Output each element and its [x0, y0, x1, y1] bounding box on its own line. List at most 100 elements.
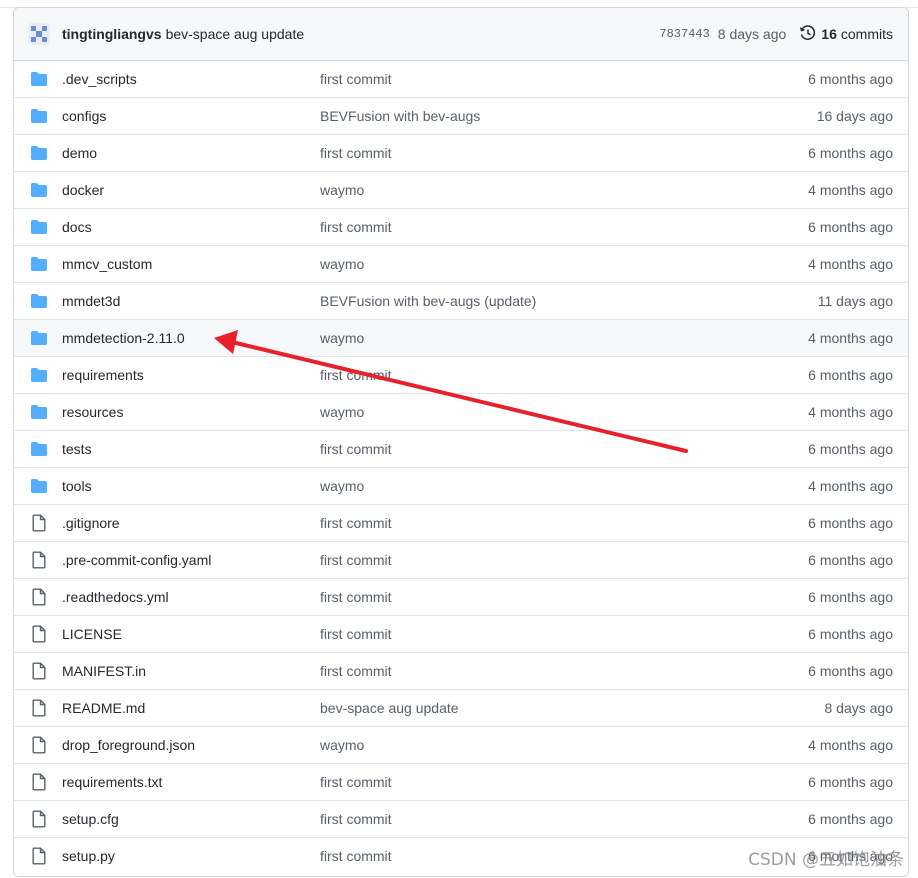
file-commit-age: 4 months ago	[808, 256, 893, 272]
file-commit-age: 4 months ago	[808, 737, 893, 753]
commit-sha[interactable]: 7837443	[659, 27, 709, 41]
file-commit-age: 4 months ago	[808, 182, 893, 198]
file-row[interactable]: drop_foreground.json waymo 4 months ago	[14, 726, 908, 763]
file-commit-message-link[interactable]: BEVFusion with bev-augs	[320, 108, 817, 124]
file-commit-message-link[interactable]: waymo	[320, 737, 808, 753]
file-row[interactable]: configs BEVFusion with bev-augs 16 days ag…	[14, 97, 908, 134]
file-commit-message-link[interactable]: first commit	[320, 71, 808, 87]
file-commit-message-link[interactable]: waymo	[320, 404, 808, 420]
file-row[interactable]: mmdetection-2.11.0 waymo 4 months ago	[14, 319, 908, 356]
file-name-link[interactable]: LICENSE	[62, 626, 320, 642]
file-name-link[interactable]: drop_foreground.json	[62, 737, 320, 753]
file-commit-message-link[interactable]: first commit	[320, 589, 808, 605]
file-commit-message-link[interactable]: first commit	[320, 626, 808, 642]
file-row[interactable]: mmdet3d BEVFusion with bev-augs (update) 1…	[14, 282, 908, 319]
file-commit-age: 6 months ago	[808, 515, 893, 531]
file-commit-age: 6 months ago	[808, 774, 893, 790]
file-name-link[interactable]: MANIFEST.in	[62, 663, 320, 679]
file-name-link[interactable]: demo	[62, 145, 320, 161]
file-row[interactable]: demo first commit 6 months ago	[14, 134, 908, 171]
file-commit-message-link[interactable]: first commit	[320, 774, 808, 790]
commit-author[interactable]: tingtingliangvs	[62, 26, 162, 42]
file-commit-message-link[interactable]: first commit	[320, 515, 808, 531]
commit-date: 8 days ago	[717, 26, 787, 42]
file-commit-message-link[interactable]: bev-space aug update	[320, 700, 825, 716]
file-name-link[interactable]: .pre-commit-config.yaml	[62, 552, 320, 568]
file-commit-message-link[interactable]: waymo	[320, 478, 808, 494]
file-commit-age: 6 months ago	[808, 552, 893, 568]
file-row[interactable]: requirements first commit 6 months ago	[14, 356, 908, 393]
file-name-link[interactable]: README.md	[62, 700, 320, 716]
file-commit-message-link[interactable]: first commit	[320, 811, 808, 827]
file-commit-message-link[interactable]: first commit	[320, 441, 808, 457]
file-row[interactable]: README.md bev-space aug update 8 days ago	[14, 689, 908, 726]
file-name-link[interactable]: setup.py	[62, 848, 320, 864]
file-commit-message-link[interactable]: waymo	[320, 182, 808, 198]
commit-message[interactable]: bev-space aug update	[166, 26, 305, 42]
commit-count: 16	[821, 26, 837, 42]
file-icon	[30, 625, 48, 643]
folder-icon	[30, 255, 48, 273]
file-commit-message-link[interactable]: first commit	[320, 219, 808, 235]
file-row[interactable]: MANIFEST.in first commit 6 months ago	[14, 652, 908, 689]
file-icon	[30, 810, 48, 828]
folder-icon	[30, 107, 48, 125]
file-name-link[interactable]: configs	[62, 108, 320, 124]
file-name-link[interactable]: .readthedocs.yml	[62, 589, 320, 605]
file-commit-message-link[interactable]: first commit	[320, 367, 808, 383]
file-commit-message-link[interactable]: first commit	[320, 145, 808, 161]
file-row[interactable]: .readthedocs.yml first commit 6 months ago	[14, 578, 908, 615]
folder-icon	[30, 292, 48, 310]
folder-icon	[30, 440, 48, 458]
file-commit-age: 8 days ago	[824, 700, 894, 716]
file-name-link[interactable]: .dev_scripts	[62, 71, 320, 87]
file-icon	[30, 847, 48, 865]
file-row[interactable]: mmcv_custom waymo 4 months ago	[14, 245, 908, 282]
file-name-link[interactable]: mmdetection-2.11.0	[62, 330, 320, 346]
file-row[interactable]: tests first commit 6 months ago	[14, 430, 908, 467]
file-commit-age: 6 months ago	[808, 811, 893, 827]
file-name-link[interactable]: mmcv_custom	[62, 256, 320, 272]
file-row[interactable]: .gitignore first commit 6 months ago	[14, 504, 908, 541]
file-row[interactable]: setup.cfg first commit 6 months ago	[14, 800, 908, 837]
commits-link[interactable]: 16 commits	[800, 24, 893, 44]
file-name-link[interactable]: setup.cfg	[62, 811, 320, 827]
file-commit-message-link[interactable]: waymo	[320, 256, 808, 272]
file-commit-age: 6 months ago	[808, 626, 893, 642]
commits-label: commits	[840, 26, 893, 42]
file-commit-message-link[interactable]: waymo	[320, 330, 808, 346]
file-commit-message-link[interactable]: first commit	[320, 663, 808, 679]
file-row[interactable]: tools waymo 4 months ago	[14, 467, 908, 504]
file-row[interactable]: requirements.txt first commit 6 months ago	[14, 763, 908, 800]
file-row[interactable]: .dev_scripts first commit 6 months ago	[14, 61, 908, 97]
file-commit-message-link[interactable]: BEVFusion with bev-augs (update)	[320, 293, 818, 309]
file-commit-age: 6 months ago	[808, 219, 893, 235]
folder-icon	[30, 218, 48, 236]
file-name-link[interactable]: .gitignore	[62, 515, 320, 531]
file-browser: tingtingliangvs bev-space aug update 783…	[13, 7, 909, 877]
file-icon	[30, 699, 48, 717]
file-name-link[interactable]: mmdet3d	[62, 293, 320, 309]
file-row[interactable]: resources waymo 4 months ago	[14, 393, 908, 430]
file-name-link[interactable]: tools	[62, 478, 320, 494]
file-list: .dev_scripts first commit 6 months ago conf…	[14, 61, 908, 874]
file-row[interactable]: docs first commit 6 months ago	[14, 208, 908, 245]
file-icon	[30, 514, 48, 532]
file-row[interactable]: .pre-commit-config.yaml first commit 6 mon…	[14, 541, 908, 578]
file-name-link[interactable]: docs	[62, 219, 320, 235]
avatar[interactable]	[28, 23, 50, 45]
file-icon	[30, 773, 48, 791]
file-row[interactable]: LICENSE first commit 6 months ago	[14, 615, 908, 652]
file-commit-age: 11 days ago	[817, 293, 893, 309]
file-commit-message-link[interactable]: first commit	[320, 848, 808, 864]
file-name-link[interactable]: tests	[62, 441, 320, 457]
file-commit-message-link[interactable]: first commit	[320, 552, 808, 568]
file-name-link[interactable]: docker	[62, 182, 320, 198]
file-name-link[interactable]: resources	[62, 404, 320, 420]
file-name-link[interactable]: requirements.txt	[62, 774, 320, 790]
file-commit-age: 4 months ago	[808, 404, 893, 420]
file-row[interactable]: docker waymo 4 months ago	[14, 171, 908, 208]
file-name-link[interactable]: requirements	[62, 367, 320, 383]
file-icon	[30, 736, 48, 754]
file-commit-age: 4 months ago	[808, 330, 893, 346]
